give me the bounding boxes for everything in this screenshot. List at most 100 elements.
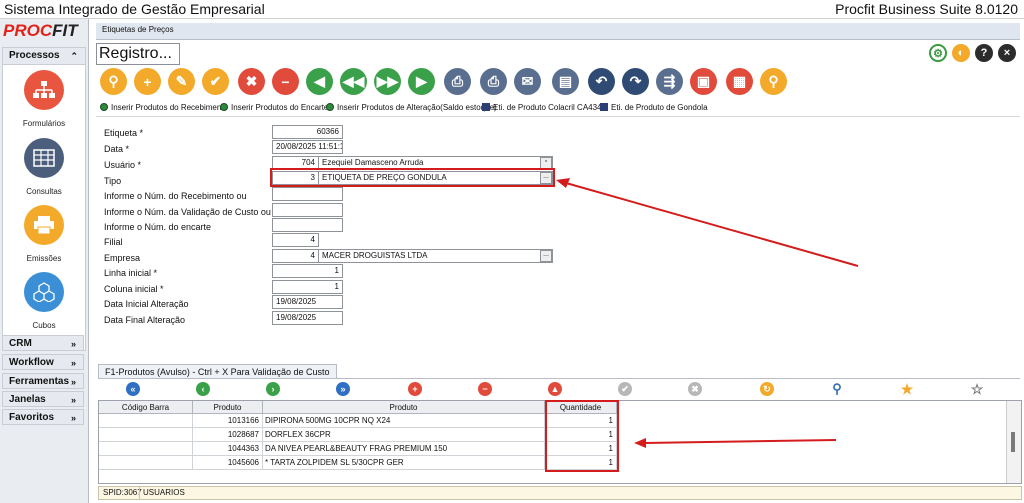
data-field[interactable]: 20/08/2025 11:51:14: [272, 140, 343, 154]
rewind-icon[interactable]: ◀◀: [340, 68, 367, 95]
table-cell[interactable]: 1044363: [193, 442, 263, 456]
refresh-icon[interactable]: ↻: [760, 382, 774, 396]
data-final-field[interactable]: 19/08/2025: [272, 311, 343, 325]
window-controls: ⚙ ◐ ? ×: [929, 44, 1016, 62]
help-icon[interactable]: ?: [975, 44, 993, 62]
encarte-label: Informe o Núm. do encarte: [104, 222, 212, 232]
redo-icon[interactable]: ↷: [622, 68, 649, 95]
sidebar-section-workflow[interactable]: Workflow»: [2, 354, 84, 370]
print-email-icon[interactable]: ✉: [514, 68, 541, 95]
print-preview-icon[interactable]: ⎙: [444, 68, 471, 95]
sidebar-item-consultas[interactable]: Consultas: [3, 138, 85, 196]
col-header-codigo-barra[interactable]: Código Barra: [99, 401, 193, 414]
up-icon[interactable]: ▲: [548, 382, 562, 396]
confirm-row-icon[interactable]: ✔: [618, 382, 632, 396]
window-tab[interactable]: Etiquetas de Preços: [96, 23, 1020, 40]
previous-icon[interactable]: ◀: [306, 68, 333, 95]
expand-icon: »: [70, 395, 76, 405]
action-eti-colacril[interactable]: Eti. de Produto Colacril CA4349: [482, 103, 606, 112]
linha-field[interactable]: 1: [272, 264, 343, 278]
grid-scrollbar[interactable]: [1006, 401, 1021, 483]
table-cell[interactable]: DIPIRONA 500MG 10CPR NQ X24: [263, 414, 545, 428]
star-remove-icon[interactable]: ☆: [970, 381, 984, 397]
data-inicial-field[interactable]: 19/08/2025: [272, 295, 343, 309]
sidebar-section-ferramentas[interactable]: Ferramentas»: [2, 373, 84, 389]
grid-icon: [482, 103, 490, 111]
app-title: Sistema Integrado de Gestão Empresarial: [4, 1, 265, 17]
cancel-row-icon[interactable]: ✖: [688, 382, 702, 396]
empresa-lookup-button[interactable]: ...: [540, 250, 552, 262]
zoom-icon[interactable]: ⚲: [830, 381, 844, 396]
action-inserir-recebimento[interactable]: Inserir Produtos do Recebimento: [100, 103, 228, 112]
empresa-name-field[interactable]: MACER DROGUISTAS LTDA: [318, 249, 553, 263]
coluna-field[interactable]: 1: [272, 280, 343, 294]
previous-icon[interactable]: ‹: [196, 382, 210, 396]
table-cell[interactable]: [99, 456, 193, 470]
linha-label: Linha inicial *: [104, 268, 158, 278]
org-chart-icon: [24, 70, 64, 110]
add-icon[interactable]: +: [134, 68, 161, 95]
sidebar-item-formularios[interactable]: Formulários: [3, 70, 85, 128]
next-icon[interactable]: ▶: [408, 68, 435, 95]
confirm-icon[interactable]: ✔: [202, 68, 229, 95]
action-inserir-alteracao[interactable]: Inserir Produtos de Alteração(Saldo esto…: [326, 103, 497, 112]
search-help-icon[interactable]: ⚲: [760, 68, 787, 95]
search-icon[interactable]: ⚲: [100, 68, 127, 95]
sidebar-item-emissoes[interactable]: Emissões: [3, 205, 85, 263]
encarte-field[interactable]: [272, 218, 343, 232]
filial-field[interactable]: 4: [272, 233, 319, 247]
delete-icon[interactable]: −: [272, 68, 299, 95]
sidebar-item-cubos[interactable]: Cubos: [3, 272, 85, 330]
star-icon[interactable]: ★: [900, 381, 914, 397]
ged-icon[interactable]: ▤: [552, 68, 579, 95]
remove-row-icon[interactable]: −: [478, 382, 492, 396]
table-cell[interactable]: [99, 428, 193, 442]
action-eti-gondola[interactable]: Eti. de Produto de Gondola: [600, 103, 708, 112]
table-cell[interactable]: 1045606: [193, 456, 263, 470]
export-icon[interactable]: ⇶: [656, 68, 683, 95]
table-cell[interactable]: [99, 414, 193, 428]
first-icon[interactable]: «: [126, 382, 140, 396]
close-icon[interactable]: ×: [998, 44, 1016, 62]
empresa-id-field[interactable]: 4: [272, 249, 319, 263]
processos-panel: Processos ⌃ Formulários Consultas Emissõe…: [2, 47, 86, 351]
settings-icon[interactable]: ⚙: [929, 44, 947, 62]
data-label: Data *: [104, 144, 130, 154]
fast-forward-icon[interactable]: ▶▶: [374, 68, 401, 95]
recebimento-field[interactable]: [272, 187, 343, 201]
action-inserir-encarte[interactable]: Inserir Produtos do Encarte: [220, 103, 328, 112]
expand-icon: »: [70, 413, 76, 423]
favorite-icon[interactable]: ◐: [952, 44, 970, 62]
sidebar-section-favoritos[interactable]: Favoritos»: [2, 409, 84, 425]
scrollbar-thumb[interactable]: [1011, 432, 1015, 452]
last-icon[interactable]: »: [336, 382, 350, 396]
etiqueta-field[interactable]: 60366: [272, 125, 343, 139]
edit-icon[interactable]: ✎: [168, 68, 195, 95]
table-cell[interactable]: [99, 442, 193, 456]
print-icon[interactable]: ⎙: [480, 68, 507, 95]
suite-version: Procfit Business Suite 8.0120: [835, 1, 1018, 17]
next-icon[interactable]: ›: [266, 382, 280, 396]
add-row-icon[interactable]: +: [408, 382, 422, 396]
table-cell[interactable]: * TARTA ZOLPIDEM SL 5/30CPR GER: [263, 456, 545, 470]
procfit-logo: PROCFIT: [3, 21, 78, 40]
data-final-label: Data Final Alteração: [104, 315, 186, 325]
sidebar-section-crm[interactable]: CRM»: [2, 335, 84, 351]
sidebar-section-janelas[interactable]: Janelas»: [2, 391, 84, 407]
col-header-produto-codigo[interactable]: Produto: [193, 401, 263, 414]
undo-icon[interactable]: ↶: [588, 68, 615, 95]
table-cell[interactable]: DORFLEX 36CPR: [263, 428, 545, 442]
green-dot-icon: [326, 103, 334, 111]
cubes-icon: [24, 272, 64, 312]
products-tab[interactable]: F1-Produtos (Avulso) - Ctrl + X Para Val…: [98, 364, 337, 379]
col-header-produto[interactable]: Produto: [263, 401, 545, 414]
cancel-icon[interactable]: ✖: [238, 68, 265, 95]
report-icon[interactable]: ▦: [726, 68, 753, 95]
table-cell[interactable]: 1013166: [193, 414, 263, 428]
validacao-field[interactable]: [272, 203, 343, 217]
document-icon[interactable]: ▣: [690, 68, 717, 95]
table-cell[interactable]: 1028687: [193, 428, 263, 442]
processos-header[interactable]: Processos ⌃: [3, 48, 85, 65]
table-cell[interactable]: DA NIVEA PEARL&BEAUTY FRAG PREMIUM 150: [263, 442, 545, 456]
printer-icon: [24, 205, 64, 245]
